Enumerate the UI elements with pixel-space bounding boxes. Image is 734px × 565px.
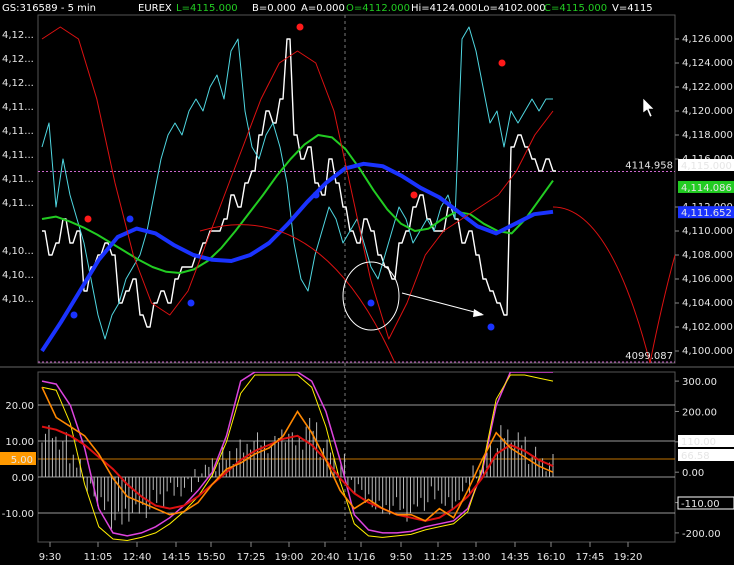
x-tick-label: 9:30 <box>39 552 61 563</box>
price-tick-label: 4,108.000 <box>682 250 733 261</box>
price-tick-label-left: 4,11... <box>2 102 34 113</box>
price-tick-label-left: 4,11... <box>2 126 34 137</box>
x-tick-label: 16:10 <box>537 552 566 563</box>
price-tick-label: 4,106.000 <box>682 274 733 285</box>
header-last: L=4115.000 <box>176 3 238 14</box>
header-close: C=4115.000 <box>544 3 607 14</box>
x-tick-label: 17:45 <box>576 552 605 563</box>
x-tick-label: 11/16 <box>347 552 376 563</box>
x-tick-label: 9:50 <box>390 552 412 563</box>
osc-tick-label: 0.00 <box>682 468 704 479</box>
x-tick-label: 20:40 <box>311 552 340 563</box>
osc-tick-label-left: -10.00 <box>2 509 34 520</box>
last-value-label: 4,114.086 <box>681 183 732 194</box>
header-low: Lo=4102.000 <box>478 3 546 14</box>
header-bid: B=0.000 <box>252 3 296 14</box>
price-tick-label-left: 4,11... <box>2 174 34 185</box>
price-tick-label: 4,126.000 <box>682 34 733 45</box>
red-marker <box>410 191 418 199</box>
x-tick-label: 14:35 <box>501 552 530 563</box>
osc-tick-label-left: 20.00 <box>5 401 34 412</box>
blue-marker <box>312 191 320 199</box>
header-symbol: GS:316589 - 5 min <box>2 3 96 14</box>
blue-marker <box>187 299 195 307</box>
x-tick-label: 11:25 <box>424 552 453 563</box>
last-value-label: 4,111.652 <box>681 208 732 219</box>
price-tick-label: 4,118.000 <box>682 130 733 141</box>
osc-left-value-label: 5.00 <box>11 455 33 466</box>
x-tick-label: 14:15 <box>162 552 191 563</box>
osc-tick-label: 300.00 <box>682 377 717 388</box>
osc-tick-label-left: 0.00 <box>12 473 34 484</box>
price-tick-label-left: 4,12... <box>2 78 34 89</box>
price-tick-label: 4,104.000 <box>682 298 733 309</box>
osc-last-value-label: -110.00 <box>681 499 720 510</box>
blue-marker <box>367 299 375 307</box>
header-ask: A=0.000 <box>301 3 345 14</box>
osc-last-value-label: 110.00 <box>681 437 716 448</box>
level-label: 4114.958 <box>625 161 673 172</box>
x-tick-label: 15:50 <box>197 552 226 563</box>
price-panel <box>37 14 676 364</box>
red-marker <box>296 23 304 31</box>
red-marker <box>84 215 92 223</box>
header-open: O=4112.000 <box>346 3 410 14</box>
price-tick-label-left: 4,11... <box>2 198 34 209</box>
price-tick-label-left: 4,11... <box>2 150 34 161</box>
header-high: Hi=4124.000 <box>411 3 477 14</box>
blue-marker <box>487 323 495 331</box>
header-volume: V=4115 <box>612 3 653 14</box>
price-tick-label-left: 4,12... <box>2 54 34 65</box>
price-tick-label: 4,122.000 <box>682 82 733 93</box>
osc-tick-label-left: 10.00 <box>5 437 34 448</box>
price-tick-label-left: 4,10... <box>2 270 34 281</box>
price-tick-label: 4,120.000 <box>682 106 733 117</box>
header-exchange: EUREX <box>138 3 172 14</box>
last-value-label: 4,115.000 <box>681 161 732 172</box>
trading-chart: GS:316589 - 5 min EUREX L=4115.000 B=0.0… <box>0 3 734 563</box>
x-tick-label: 17:25 <box>237 552 266 563</box>
osc-last-value-label: 66.58 <box>681 451 710 462</box>
level-label: 4099.087 <box>625 351 673 362</box>
blue-marker <box>70 311 78 319</box>
red-marker <box>498 59 506 67</box>
price-tick-label: 4,102.000 <box>682 322 733 333</box>
x-tick-label: 19:00 <box>275 552 304 563</box>
price-tick-label-left: 4,10... <box>2 294 34 305</box>
blue-marker <box>126 215 134 223</box>
price-tick-label-left: 4,10... <box>2 246 34 257</box>
x-tick-label: 11:05 <box>84 552 113 563</box>
price-tick-label: 4,110.000 <box>682 226 733 237</box>
price-tick-label: 4,124.000 <box>682 58 733 69</box>
header: GS:316589 - 5 min EUREX L=4115.000 B=0.0… <box>2 3 653 14</box>
osc-tick-label: -200.00 <box>682 529 721 540</box>
price-tick-label: 4,100.000 <box>682 346 733 357</box>
x-tick-label: 12:40 <box>123 552 152 563</box>
x-tick-label: 13:00 <box>462 552 491 563</box>
x-tick-label: 19:20 <box>614 552 643 563</box>
osc-tick-label: 200.00 <box>682 407 717 418</box>
price-tick-label-left: 4,12... <box>2 30 34 41</box>
